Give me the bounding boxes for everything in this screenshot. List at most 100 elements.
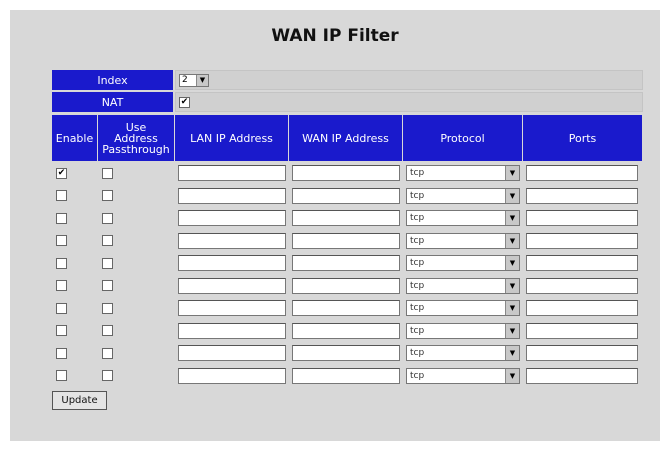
passthrough-cell [98, 185, 175, 208]
header-ports: Ports [523, 115, 643, 161]
ports-cell [523, 365, 643, 388]
lan-ip-input[interactable] [178, 210, 286, 227]
protocol-select[interactable]: tcp ▼ [406, 367, 520, 384]
table-row: tcp ▼ [52, 342, 643, 365]
table-row: tcp ▼ [52, 207, 643, 230]
wan-ip-cell [289, 230, 403, 253]
ports-input[interactable] [526, 277, 638, 294]
index-select[interactable]: 2 ▼ [179, 73, 209, 87]
enable-cell: ✔ [52, 162, 98, 185]
passthrough-checkbox[interactable] [102, 325, 113, 337]
protocol-select-value: tcp [410, 213, 425, 224]
protocol-select[interactable]: tcp ▼ [406, 255, 520, 272]
passthrough-checkbox[interactable] [102, 257, 113, 269]
lan-ip-cell [175, 320, 289, 343]
passthrough-cell [98, 320, 175, 343]
protocol-select[interactable]: tcp ▼ [406, 187, 520, 204]
enable-checkbox[interactable] [56, 280, 67, 292]
wan-ip-input[interactable] [292, 345, 400, 362]
enable-cell [52, 320, 98, 343]
ports-input[interactable] [526, 300, 638, 317]
lan-ip-input[interactable] [178, 277, 286, 294]
lan-ip-input[interactable] [178, 300, 286, 317]
protocol-cell: tcp ▼ [403, 297, 523, 320]
wan-ip-input[interactable] [292, 255, 400, 272]
wan-ip-input[interactable] [292, 232, 400, 249]
wan-ip-input[interactable] [292, 277, 400, 294]
protocol-select[interactable]: tcp ▼ [406, 300, 520, 317]
enable-checkbox[interactable] [56, 370, 67, 382]
ports-input[interactable] [526, 187, 638, 204]
enable-checkbox[interactable] [56, 212, 67, 224]
passthrough-cell [98, 365, 175, 388]
passthrough-cell [98, 297, 175, 320]
passthrough-checkbox[interactable] [102, 190, 113, 202]
enable-checkbox[interactable] [56, 347, 67, 359]
chevron-down-icon: ▼ [505, 346, 519, 361]
passthrough-checkbox[interactable] [102, 280, 113, 292]
wan-ip-input[interactable] [292, 210, 400, 227]
ports-input[interactable] [526, 255, 638, 272]
enable-cell [52, 230, 98, 253]
enable-checkbox[interactable] [56, 257, 67, 269]
table-row: tcp ▼ [52, 252, 643, 275]
enable-checkbox[interactable] [56, 235, 67, 247]
lan-ip-input[interactable] [178, 187, 286, 204]
enable-checkbox[interactable]: ✔ [56, 167, 67, 179]
lan-ip-input[interactable] [178, 322, 286, 339]
nat-label: NAT [52, 92, 175, 112]
ports-cell [523, 162, 643, 185]
passthrough-checkbox[interactable] [102, 302, 113, 314]
nat-checkbox[interactable]: ✔ [179, 96, 190, 108]
ports-input[interactable] [526, 165, 638, 182]
protocol-select[interactable]: tcp ▼ [406, 210, 520, 227]
header-passthrough-line3: Passthrough [102, 142, 170, 156]
protocol-select[interactable]: tcp ▼ [406, 277, 520, 294]
passthrough-checkbox[interactable] [102, 235, 113, 247]
protocol-cell: tcp ▼ [403, 342, 523, 365]
wan-ip-input[interactable] [292, 322, 400, 339]
enable-checkbox[interactable] [56, 302, 67, 314]
passthrough-cell [98, 275, 175, 298]
protocol-cell: tcp ▼ [403, 207, 523, 230]
protocol-select[interactable]: tcp ▼ [406, 165, 520, 182]
ports-input[interactable] [526, 322, 638, 339]
enable-checkbox[interactable] [56, 325, 67, 337]
wan-ip-cell [289, 252, 403, 275]
passthrough-checkbox[interactable] [102, 370, 113, 382]
lan-ip-input[interactable] [178, 165, 286, 182]
wan-ip-input[interactable] [292, 165, 400, 182]
ports-input[interactable] [526, 232, 638, 249]
lan-ip-input[interactable] [178, 345, 286, 362]
protocol-cell: tcp ▼ [403, 320, 523, 343]
protocol-select[interactable]: tcp ▼ [406, 345, 520, 362]
chevron-down-icon: ▼ [505, 233, 519, 248]
wan-ip-input[interactable] [292, 367, 400, 384]
protocol-select-value: tcp [410, 235, 425, 246]
protocol-select-value: tcp [410, 370, 425, 381]
lan-ip-input[interactable] [178, 255, 286, 272]
ports-input[interactable] [526, 345, 638, 362]
ports-input[interactable] [526, 367, 638, 384]
ports-input[interactable] [526, 210, 638, 227]
wan-ip-input[interactable] [292, 187, 400, 204]
protocol-select-value: tcp [410, 190, 425, 201]
passthrough-checkbox[interactable] [102, 212, 113, 224]
protocol-select[interactable]: tcp ▼ [406, 322, 520, 339]
update-button[interactable]: Update [52, 391, 107, 410]
lan-ip-input[interactable] [178, 367, 286, 384]
passthrough-checkbox[interactable] [102, 347, 113, 359]
enable-checkbox[interactable] [56, 190, 67, 202]
protocol-cell: tcp ▼ [403, 252, 523, 275]
protocol-cell: tcp ▼ [403, 230, 523, 253]
wan-ip-cell [289, 342, 403, 365]
wan-ip-input[interactable] [292, 300, 400, 317]
protocol-select[interactable]: tcp ▼ [406, 232, 520, 249]
lan-ip-input[interactable] [178, 232, 286, 249]
page-title: WAN IP Filter [271, 26, 399, 46]
protocol-select-value: tcp [410, 303, 425, 314]
chevron-down-icon: ▼ [196, 74, 208, 86]
passthrough-checkbox[interactable] [102, 167, 113, 179]
lan-ip-cell [175, 207, 289, 230]
header-lan-ip: LAN IP Address [175, 115, 289, 161]
